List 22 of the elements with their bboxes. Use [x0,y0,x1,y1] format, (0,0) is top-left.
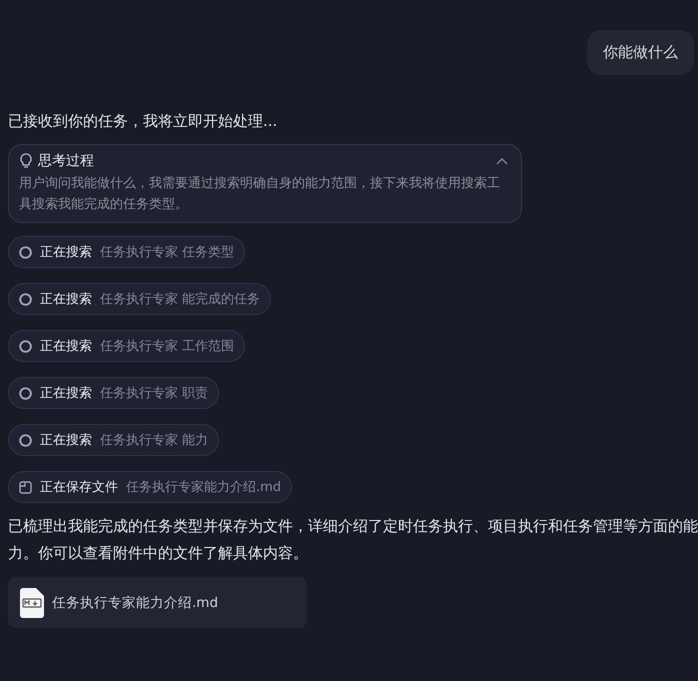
status-text: 已接收到你的任务，我将立即开始处理... [8,111,278,132]
thinking-title: 思考过程 [38,152,95,170]
attachment-name: 任务执行专家能力介绍.md [52,594,218,612]
summary-text: 已梳理出我能完成的任务类型并保存为文件，详细介绍了定时任务执行、项目执行和任务管理等方面的能力。你可以查看附件中的文件了解具体内容。 [8,516,698,564]
step-detail: 任务执行专家 工作范围 [100,338,234,355]
step-action: 正在搜索 [40,385,92,402]
step-detail: 任务执行专家 职责 [100,385,208,402]
user-message: 你能做什么 [587,30,694,75]
attachment-card[interactable]: 任务执行专家能力介绍.md [8,577,307,628]
step-action: 正在搜索 [40,338,92,355]
step-action: 正在搜索 [40,244,92,261]
step-detail: 任务执行专家能力介绍.md [126,479,282,496]
lightbulb-icon [19,153,33,169]
markdown-file-icon [20,588,44,618]
step-action: 正在搜索 [40,291,92,308]
step-action: 正在保存文件 [40,479,118,496]
step-detail: 任务执行专家 能力 [100,432,208,449]
step-detail: 任务执行专家 能完成的任务 [100,291,260,308]
thinking-text: 用户询问我能做什么，我需要通过搜索明确自身的能力范围，接下来我将使用搜索工具搜索我能完成的任务类型。 [19,175,501,214]
collapse-chevron-icon[interactable] [495,156,509,166]
step-detail: 任务执行专家 任务类型 [100,244,234,261]
step-action: 正在搜索 [40,432,92,449]
